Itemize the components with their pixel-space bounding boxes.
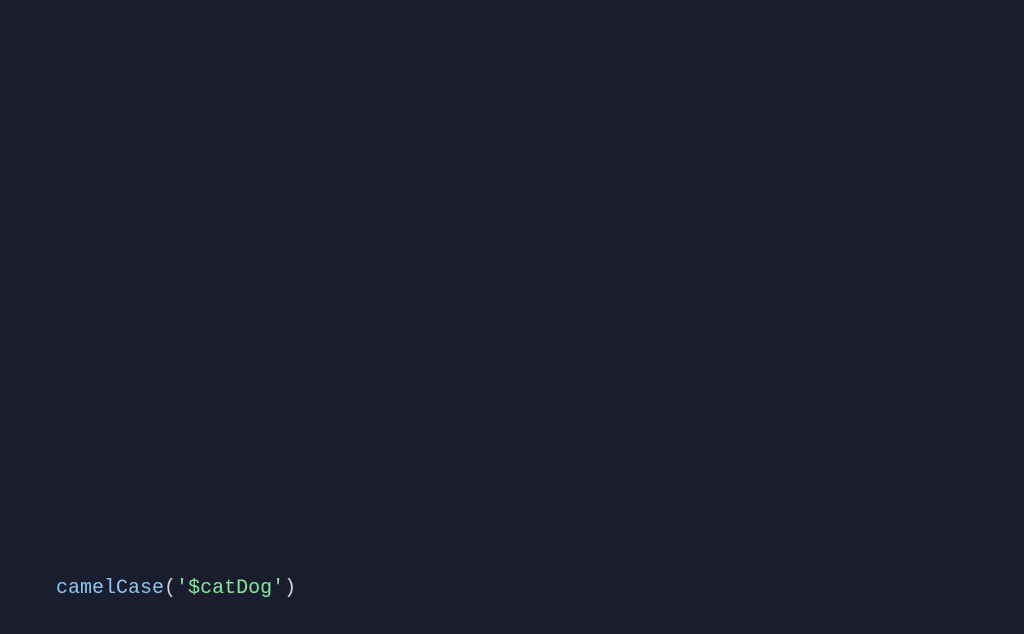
string-quote-close-token: '	[272, 577, 284, 600]
string-content-token: $catDog	[188, 577, 272, 600]
function-name-token: camelCase	[56, 577, 164, 600]
open-paren-token: (	[164, 577, 176, 600]
string-quote-open-token: '	[176, 577, 188, 600]
close-paren-token: )	[284, 577, 296, 600]
code-line[interactable]: camelCase('$catDog')	[56, 574, 296, 604]
